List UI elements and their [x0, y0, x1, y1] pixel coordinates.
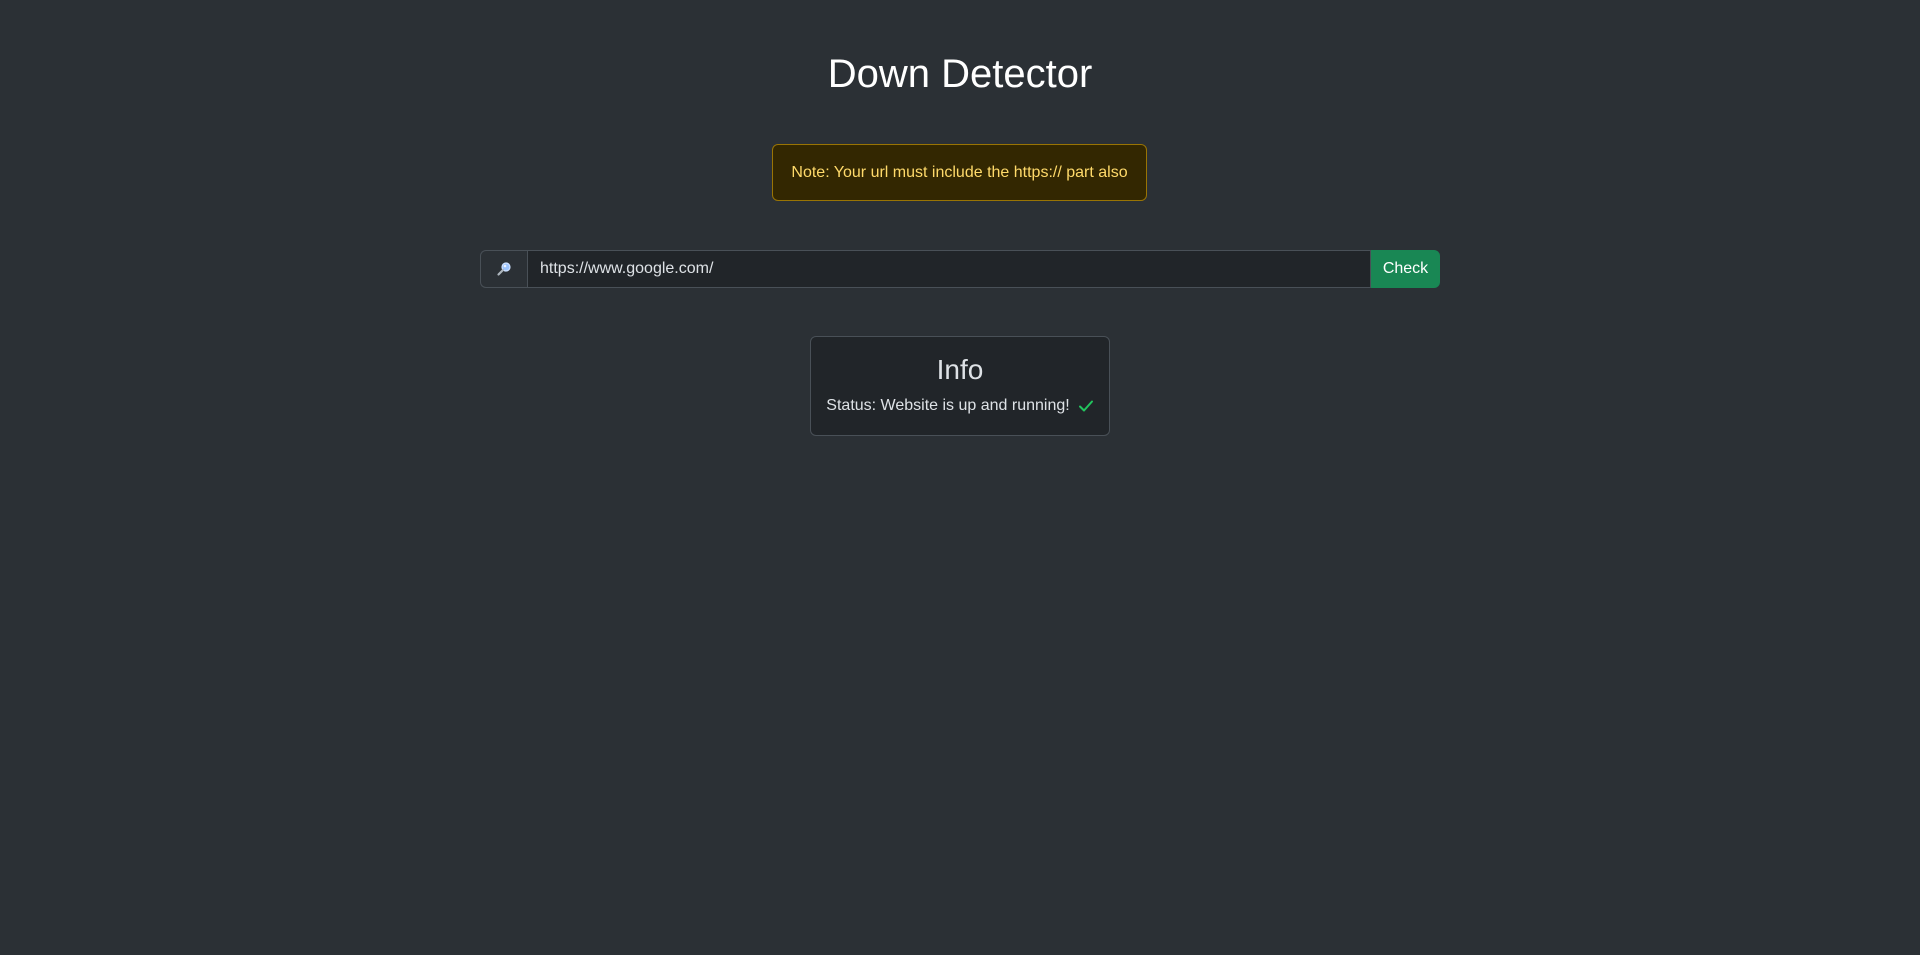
check-button[interactable]: Check [1371, 250, 1440, 288]
note-alert-text: Note: Your url must include the https://… [791, 163, 1128, 181]
page: Down Detector Note: Your url must includ… [0, 0, 1920, 955]
url-input[interactable] [527, 250, 1371, 288]
magnifier-icon [480, 250, 527, 288]
url-search-group: Check [480, 250, 1440, 288]
info-card: Info Status: Website is up and running! [810, 336, 1110, 436]
page-title: Down Detector [827, 52, 1093, 96]
info-title: Info [936, 354, 984, 385]
check-icon [1078, 398, 1094, 414]
note-alert: Note: Your url must include the https://… [772, 144, 1147, 201]
status-line: Status: Website is up and running! [811, 397, 1109, 415]
status-text: Status: Website is up and running! [826, 397, 1070, 414]
